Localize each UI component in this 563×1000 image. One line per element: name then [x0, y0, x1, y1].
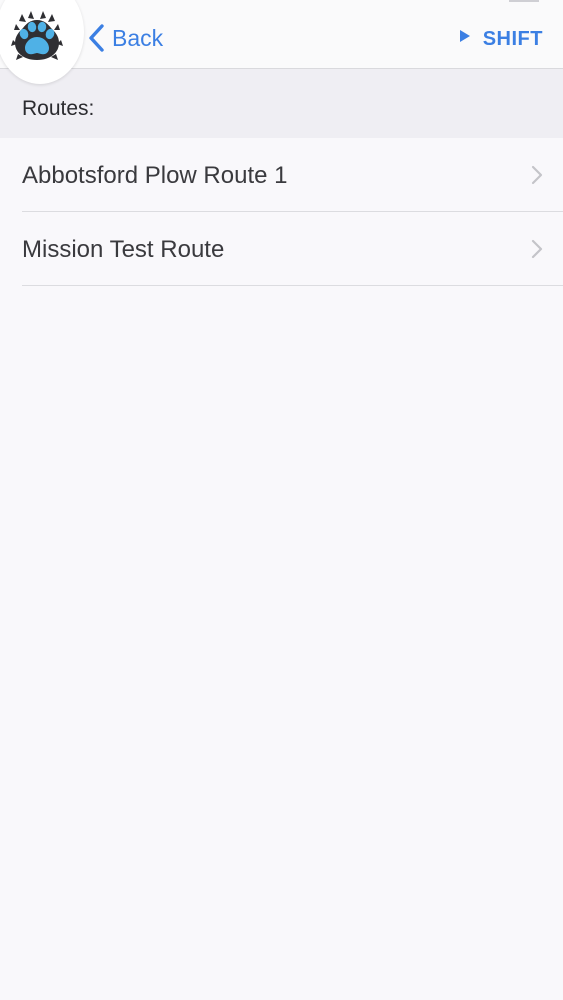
route-list: Abbotsford Plow Route 1 Mission Test Rou… [0, 138, 563, 286]
section-title: Routes: [22, 97, 95, 120]
route-row-abbotsford[interactable]: Abbotsford Plow Route 1 [0, 138, 563, 212]
chevron-left-icon [89, 24, 104, 52]
route-row-mission[interactable]: Mission Test Route [0, 212, 563, 286]
routes-section-header: Routes: [0, 69, 563, 138]
shift-button[interactable]: SHIFT [459, 26, 543, 52]
top-divider [509, 0, 539, 2]
route-label: Mission Test Route [22, 236, 225, 263]
bear-paw-logo [11, 11, 63, 60]
route-label: Abbotsford Plow Route 1 [22, 162, 288, 189]
shift-button-label: SHIFT [482, 27, 543, 50]
navigation-bar: Back SHIFT [0, 0, 563, 69]
back-button[interactable]: Back [88, 22, 163, 54]
chevron-right-icon [531, 165, 543, 185]
back-button-label: Back [112, 24, 164, 51]
chevron-right-icon [531, 239, 543, 259]
play-icon [459, 30, 470, 42]
